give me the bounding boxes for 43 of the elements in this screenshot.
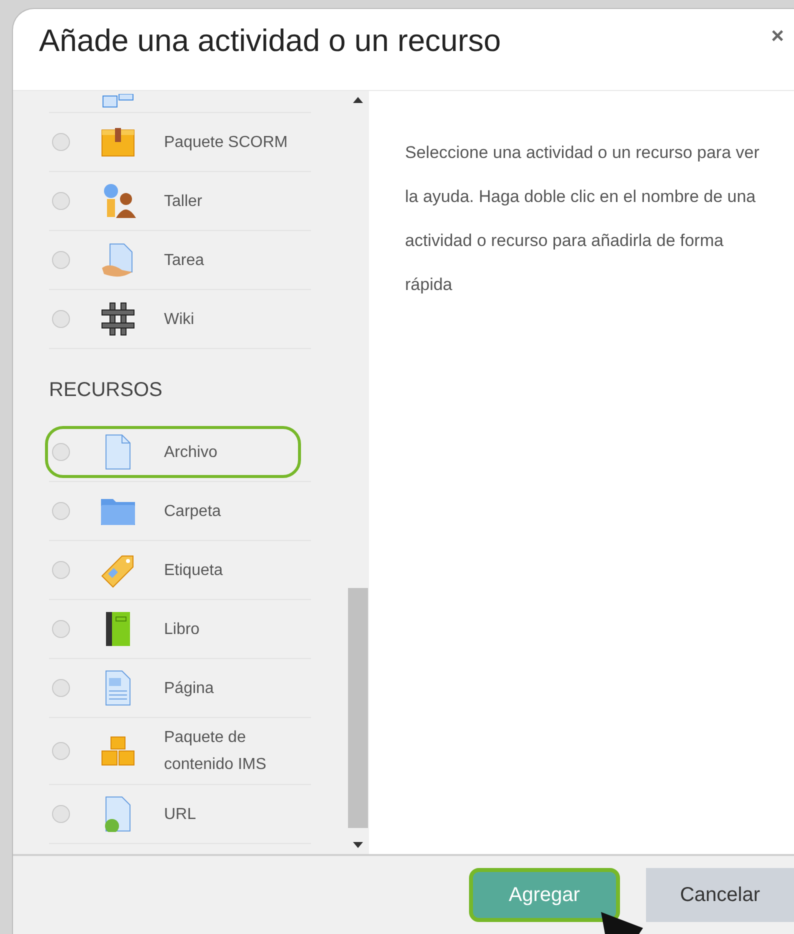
option-label: Wiki	[164, 310, 196, 330]
option-label: Archivo	[164, 442, 218, 462]
resource-option[interactable]: Paquete de contenido IMS	[45, 721, 301, 781]
resource-option[interactable]: Paquete SCORM	[45, 116, 301, 168]
cancel-button[interactable]: Cancelar	[646, 868, 794, 922]
option-label: Paquete de contenido IMS	[164, 728, 268, 775]
resource-option[interactable]: Tarea	[45, 234, 301, 286]
radio-button[interactable]	[52, 805, 70, 823]
option-label: URL	[164, 804, 198, 824]
scroll-thumb[interactable]	[348, 588, 368, 828]
option-label: Libro	[164, 620, 201, 640]
option-label: Página	[164, 678, 215, 698]
radio-button[interactable]	[52, 502, 70, 520]
resource-option[interactable]: Archivo	[45, 426, 301, 478]
radio-button[interactable]	[52, 310, 70, 328]
resource-option[interactable]: URL	[45, 788, 301, 840]
resource-option[interactable]: Página	[45, 662, 301, 714]
dialog-title: Añade una actividad o un recurso	[39, 22, 501, 60]
section-heading: RECURSOS	[49, 378, 164, 403]
resource-option[interactable]: Libro	[45, 603, 301, 655]
radio-button[interactable]	[52, 133, 70, 151]
resource-option[interactable]: Etiqueta	[45, 544, 301, 596]
cursor-icon	[599, 912, 643, 934]
close-button[interactable]: ×	[771, 21, 784, 51]
help-text: Seleccione una actividad o un recurso para ver la ayuda. Haga doble clic en el nombre de una actividad o recurso para añadirla de forma rápida	[405, 142, 760, 296]
radio-button[interactable]	[52, 251, 70, 269]
resource-option[interactable]: Taller	[45, 175, 301, 227]
option-label: Taller	[164, 192, 204, 212]
radio-button[interactable]	[52, 742, 70, 760]
wiki-icon	[100, 301, 136, 337]
option-label: Tarea	[164, 250, 206, 270]
option-label: Carpeta	[164, 502, 222, 522]
option-label: Paquete SCORM	[164, 132, 289, 152]
option-label: Etiqueta	[164, 560, 224, 580]
resource-option[interactable]: Carpeta	[45, 485, 301, 537]
radio-button[interactable]	[52, 192, 70, 210]
radio-button[interactable]	[52, 561, 70, 579]
radio-button[interactable]	[52, 620, 70, 638]
scroll-down-icon[interactable]	[353, 842, 363, 848]
scroll-up-icon[interactable]	[353, 97, 363, 103]
radio-button[interactable]	[52, 679, 70, 697]
resource-option[interactable]: Wiki	[45, 293, 301, 345]
radio-button[interactable]	[52, 443, 70, 461]
